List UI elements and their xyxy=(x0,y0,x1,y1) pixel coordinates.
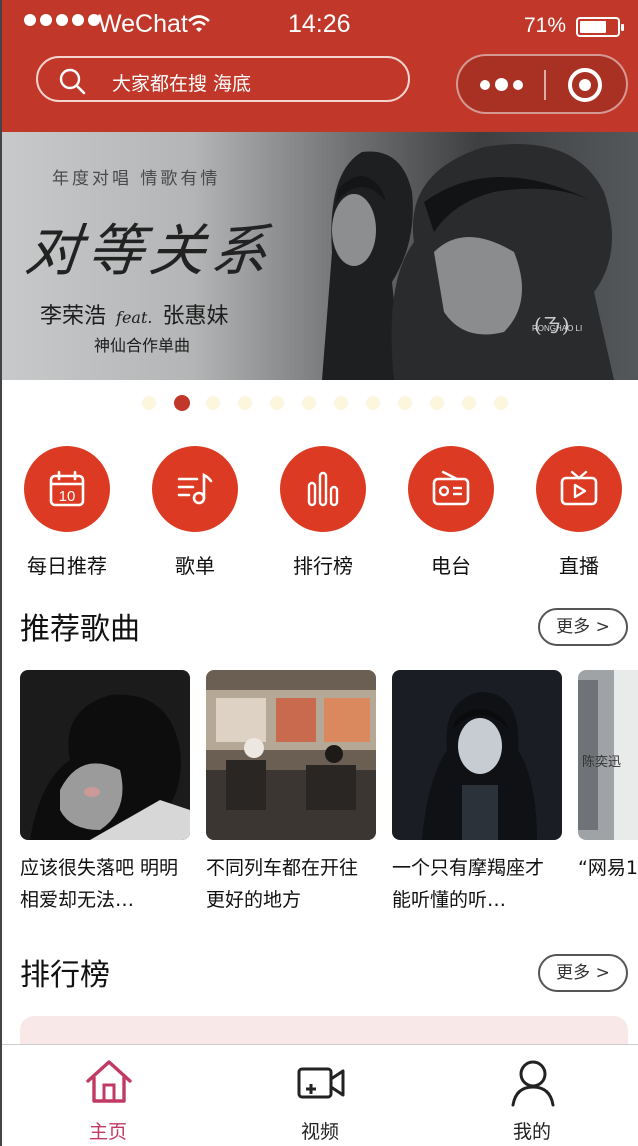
recommend-more-button[interactable]: 更多 > xyxy=(538,608,628,646)
carousel-dot[interactable] xyxy=(206,396,220,410)
nav-icon-circle xyxy=(536,446,622,532)
nav-icon-circle xyxy=(152,446,238,532)
capsule-divider xyxy=(544,70,546,100)
banner-feat: feat. xyxy=(116,308,153,327)
nav-daily-recommend[interactable]: 10 每日推荐 xyxy=(2,446,130,586)
song-title: 应该很失落吧 明明相爱却无法… xyxy=(20,857,179,911)
nav-label: 每日推荐 xyxy=(27,554,107,578)
song-card[interactable]: 陈奕迅 “网易10万+ xyxy=(578,670,638,920)
carousel-dot[interactable] xyxy=(142,396,156,410)
song-title: 一个只有摩羯座才能听懂的听… xyxy=(392,857,545,911)
song-cover-image xyxy=(20,670,190,840)
quick-nav: 10 每日推荐 歌单 排行榜 电台 直播 xyxy=(2,446,638,586)
banner-artist-2: 张惠妹 xyxy=(162,304,229,329)
song-cover-image xyxy=(392,670,562,840)
wifi-icon xyxy=(188,15,210,32)
miniprogram-capsule xyxy=(456,54,628,114)
carousel-dot[interactable] xyxy=(302,396,316,410)
carousel-dot[interactable] xyxy=(462,396,476,410)
app-screen: WeChat 14:26 71% 大家都在搜 海底 (ㄋ) 年度对唱 情歌有情 … xyxy=(2,0,638,1146)
carousel-dot[interactable] xyxy=(494,396,508,410)
song-card[interactable]: 应该很失落吧 明明相爱却无法… xyxy=(20,670,192,920)
battery-icon xyxy=(576,17,624,37)
search-placeholder: 大家都在搜 海底 xyxy=(112,73,252,95)
tab-label: 主页 xyxy=(88,1121,127,1143)
carousel-dot-active[interactable] xyxy=(174,395,190,411)
nav-label: 直播 xyxy=(559,554,599,578)
nav-label: 排行榜 xyxy=(293,554,353,578)
radio-icon xyxy=(432,470,470,506)
nav-icon-circle xyxy=(408,446,494,532)
playlist-icon xyxy=(177,472,213,505)
nav-live[interactable]: 直播 xyxy=(514,446,638,586)
recommend-section-title: 推荐歌曲 xyxy=(20,612,140,647)
banner-signature: RONGHAO LI xyxy=(532,324,583,333)
top-bar: WeChat 14:26 71% 大家都在搜 海底 xyxy=(2,0,638,132)
battery-percent: 71% xyxy=(524,14,567,37)
svg-text:10: 10 xyxy=(59,488,76,505)
clock: 14:26 xyxy=(288,10,351,38)
calendar-icon: 10 xyxy=(49,470,85,507)
nav-playlist[interactable]: 歌单 xyxy=(130,446,258,586)
more-menu-button[interactable] xyxy=(480,78,523,91)
carousel-dot[interactable] xyxy=(366,396,380,410)
search-box[interactable]: 大家都在搜 海底 xyxy=(36,56,410,102)
nav-icon-circle: 10 xyxy=(24,446,110,532)
ranking-more-button[interactable]: 更多 > xyxy=(538,954,628,992)
carousel-dot[interactable] xyxy=(238,396,252,410)
banner-carousel[interactable]: (ㄋ) 年度对唱 情歌有情 对等关系 李荣浩 feat. 张惠妹 神仙合作单曲 RO… xyxy=(2,132,638,380)
home-icon xyxy=(86,1060,132,1103)
ranking-section-title: 排行榜 xyxy=(20,958,110,993)
banner-singer-male-image: (ㄋ) xyxy=(391,144,614,380)
video-icon xyxy=(297,1067,345,1099)
search-icon xyxy=(59,68,86,95)
close-miniprogram-button[interactable] xyxy=(568,68,602,102)
carousel-dot[interactable] xyxy=(430,396,444,410)
svg-text:陈奕迅: 陈奕迅 xyxy=(582,754,621,770)
banner-tagline: 年度对唱 情歌有情 xyxy=(52,169,221,189)
chart-bars-icon xyxy=(307,471,339,507)
tab-me[interactable]: 我的 xyxy=(426,1045,638,1146)
song-title: 不同列车都在开往更好的地方 xyxy=(206,857,359,911)
signal-icon xyxy=(24,14,100,26)
bottom-tab-bar: 主页 视频 我的 xyxy=(2,1044,638,1146)
tab-home[interactable]: 主页 xyxy=(2,1045,214,1146)
nav-charts[interactable]: 排行榜 xyxy=(258,446,386,586)
song-cover-image: 陈奕迅 xyxy=(578,670,638,840)
tab-label: 我的 xyxy=(512,1121,551,1143)
tv-live-icon xyxy=(560,470,598,506)
tab-label: 视频 xyxy=(300,1121,339,1143)
status-bar: WeChat 14:26 71% xyxy=(2,8,638,44)
carousel-indicator xyxy=(2,394,638,414)
tab-video[interactable]: 视频 xyxy=(214,1045,426,1146)
song-cover-image xyxy=(206,670,376,840)
nav-label: 歌单 xyxy=(175,554,215,578)
nav-label: 电台 xyxy=(431,554,471,578)
user-icon xyxy=(511,1060,555,1107)
carousel-dot[interactable] xyxy=(270,396,284,410)
banner-song-title: 对等关系 xyxy=(22,219,277,284)
recommend-song-list: 应该很失落吧 明明相爱却无法… 不同列车都在开往更好的地方 一个只有摩羯座才能听… xyxy=(2,670,638,920)
banner-artists: 李荣浩 feat. 张惠妹 xyxy=(40,298,228,330)
banner-subtitle: 神仙合作单曲 xyxy=(94,336,191,355)
carousel-dot[interactable] xyxy=(334,396,348,410)
nav-icon-circle xyxy=(280,446,366,532)
carrier-name: WeChat xyxy=(98,10,188,38)
banner-artist-1: 李荣浩 xyxy=(40,304,107,329)
nav-radio[interactable]: 电台 xyxy=(386,446,514,586)
carousel-dot[interactable] xyxy=(398,396,412,410)
song-title: “网易10万+ xyxy=(578,857,638,879)
song-card[interactable]: 不同列车都在开往更好的地方 xyxy=(206,670,378,920)
song-card[interactable]: 一个只有摩羯座才能听懂的听… xyxy=(392,670,564,920)
